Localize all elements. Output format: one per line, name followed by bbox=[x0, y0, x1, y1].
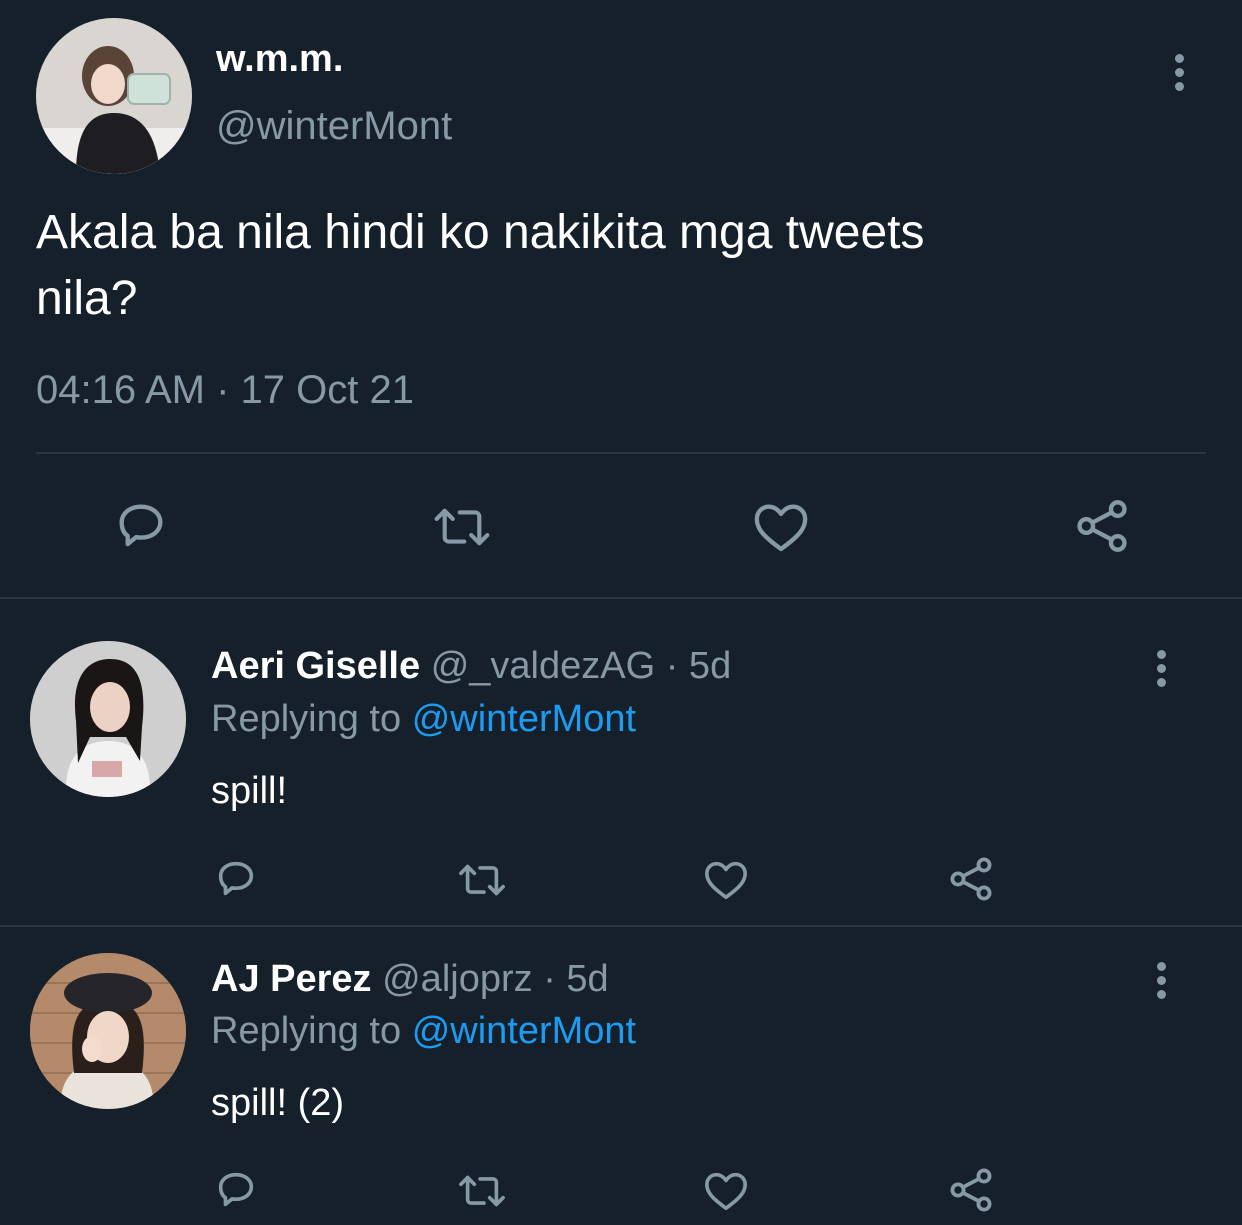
divider bbox=[0, 597, 1242, 599]
reply-age: · 5d bbox=[543, 958, 609, 1000]
tweet-text-line-2: nila? bbox=[36, 272, 138, 325]
display-name[interactable]: Aeri Giselle bbox=[211, 645, 420, 687]
display-name[interactable]: w.m.m. bbox=[216, 38, 343, 81]
replying-to-handle[interactable]: @winterMont bbox=[412, 698, 636, 740]
more-icon[interactable] bbox=[1172, 54, 1186, 96]
reply-icon[interactable] bbox=[112, 497, 170, 555]
retweet-icon[interactable] bbox=[457, 857, 507, 903]
heart-icon[interactable] bbox=[703, 857, 749, 901]
retweet-icon[interactable] bbox=[432, 499, 492, 555]
reply-icon[interactable] bbox=[213, 856, 259, 902]
share-icon[interactable] bbox=[1073, 497, 1131, 555]
avatar[interactable] bbox=[36, 18, 192, 174]
replying-to-label: Replying to bbox=[211, 1010, 402, 1052]
avatar[interactable] bbox=[30, 641, 186, 797]
handle[interactable]: @aljoprz bbox=[382, 958, 533, 1000]
reply-age: · 5d bbox=[665, 645, 732, 687]
heart-icon[interactable] bbox=[752, 499, 810, 553]
more-icon[interactable] bbox=[1154, 962, 1168, 1004]
retweet-icon[interactable] bbox=[457, 1168, 507, 1214]
reply-icon[interactable] bbox=[213, 1167, 259, 1213]
reply-header: AJ Perez @aljoprz · 5d bbox=[211, 958, 609, 1001]
display-name[interactable]: AJ Perez bbox=[211, 958, 372, 1000]
timestamp[interactable]: 04:16 AM · 17 Oct 21 bbox=[36, 368, 414, 413]
more-icon[interactable] bbox=[1154, 650, 1168, 692]
divider bbox=[36, 452, 1206, 454]
handle[interactable]: @_valdezAG bbox=[431, 645, 655, 687]
reply-header: Aeri Giselle @_valdezAG · 5d bbox=[211, 645, 731, 688]
replying-to-handle[interactable]: @winterMont bbox=[412, 1010, 636, 1052]
avatar[interactable] bbox=[30, 953, 186, 1109]
reply-text: spill! (2) bbox=[211, 1082, 345, 1124]
divider bbox=[0, 925, 1242, 927]
share-icon[interactable] bbox=[947, 1166, 995, 1214]
replying-to: Replying to @winterMont bbox=[211, 1010, 636, 1053]
share-icon[interactable] bbox=[947, 855, 995, 903]
reply-text: spill! bbox=[211, 770, 288, 812]
tweet-text-line-1: Akala ba nila hindi ko nakikita mga twee… bbox=[36, 206, 925, 259]
handle[interactable]: @winterMont bbox=[216, 104, 452, 149]
replying-to: Replying to @winterMont bbox=[211, 698, 636, 741]
replying-to-label: Replying to bbox=[211, 698, 402, 740]
heart-icon[interactable] bbox=[703, 1168, 749, 1212]
